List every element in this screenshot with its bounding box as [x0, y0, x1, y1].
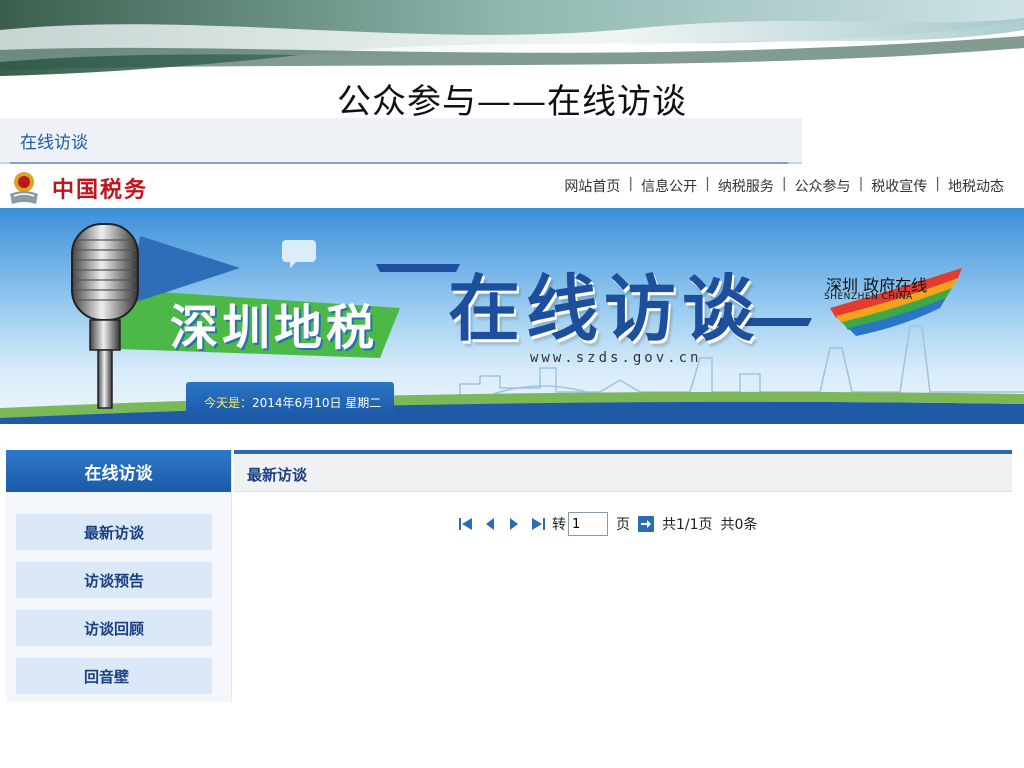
sidebar-item-feedback-wall[interactable]: 回音壁	[16, 658, 212, 694]
banner-brand: 深圳地税	[170, 300, 379, 356]
tab-underline	[10, 162, 788, 164]
shenzhen-logo-en: SHENZHEN CHINA	[824, 292, 913, 302]
sidebar-item-review[interactable]: 访谈回顾	[16, 610, 212, 646]
page-unit-label: 页	[616, 517, 630, 533]
tab-bar: 在线访谈	[0, 118, 802, 164]
slide-title: 公众参与——在线访谈	[337, 82, 687, 122]
site-header: 中国税务 网站首页 | 信息公开 | 纳税服务 | 公众参与 | 税收宣传 | …	[0, 166, 1024, 208]
last-page-icon[interactable]	[528, 515, 548, 533]
nav-public-participation[interactable]: 公众参与	[787, 176, 859, 196]
today-label: 今天是：	[204, 396, 253, 410]
pagination: 转 页 共1/1页 共0条	[456, 512, 757, 536]
hero-banner: 深圳地税 在线访谈 www.szds.gov.cn 深圳 政府在线 SHENZH…	[0, 208, 1024, 424]
go-arrow-icon[interactable]	[638, 516, 654, 532]
first-page-icon[interactable]	[456, 515, 476, 533]
page-number-input[interactable]	[568, 512, 608, 536]
prev-page-icon[interactable]	[480, 515, 500, 533]
next-page-icon[interactable]	[504, 515, 524, 533]
panel-title: 最新访谈	[234, 454, 1012, 492]
banner-headline: 在线访谈	[448, 267, 761, 351]
nav-tax-publicity[interactable]: 税收宣传	[863, 176, 935, 196]
microphone-icon	[71, 223, 139, 409]
tax-emblem-icon	[10, 172, 38, 204]
today-date-box: 今天是：2014年6月10日 星期二	[186, 382, 394, 420]
nav-info-disclosure[interactable]: 信息公开	[633, 176, 705, 196]
tab-online-interview[interactable]: 在线访谈	[20, 128, 88, 153]
total-pages: 共1/1页	[662, 517, 713, 533]
banner-url: www.szds.gov.cn	[530, 350, 702, 366]
goto-label: 转	[552, 517, 566, 533]
top-navigation: 网站首页 | 信息公开 | 纳税服务 | 公众参与 | 税收宣传 | 地税动态	[556, 176, 1012, 196]
nav-home[interactable]: 网站首页	[556, 176, 628, 196]
today-value: 2014年6月10日 星期二	[252, 396, 382, 410]
sidebar-item-latest[interactable]: 最新访谈	[16, 514, 212, 550]
total-items: 共0条	[720, 517, 758, 533]
sidebar-item-preview[interactable]: 访谈预告	[16, 562, 212, 598]
sidebar-title: 在线访谈	[6, 450, 231, 492]
nav-tax-service[interactable]: 纳税服务	[710, 176, 782, 196]
sidebar: 在线访谈 最新访谈 访谈预告 访谈回顾 回音壁	[6, 450, 232, 702]
nav-tax-news[interactable]: 地税动态	[940, 176, 1012, 196]
header-swoosh-graphic	[0, 0, 1024, 76]
site-logo-text: 中国税务	[52, 177, 149, 203]
main-panel: 最新访谈 转 页 共1/1页 共0条	[234, 450, 1012, 702]
